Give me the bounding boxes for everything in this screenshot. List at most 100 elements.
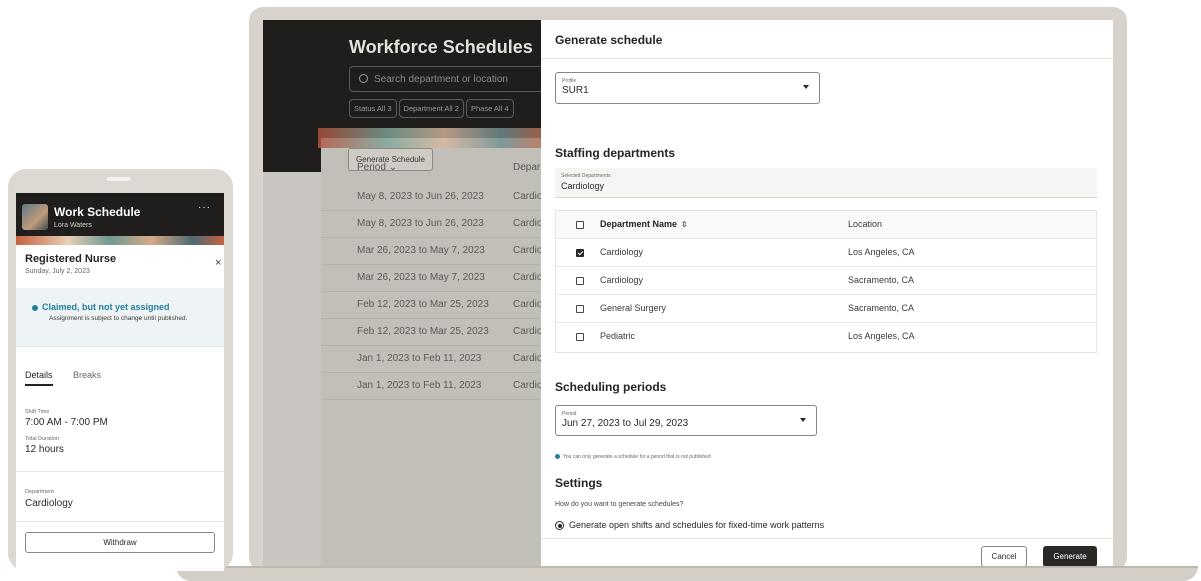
generate-option-label[interactable]: Generate open shifts and schedules for f… [569, 520, 824, 530]
department-name-header-label: Department Name [600, 219, 678, 229]
laptop-base [176, 566, 1198, 581]
period-value: Jun 27, 2023 to Jul 29, 2023 [562, 418, 689, 429]
period-cell: Feb 12, 2023 to Mar 25, 2023 [357, 326, 489, 337]
department-value: Cardiology [25, 498, 73, 509]
chevron-down-icon [803, 85, 809, 89]
period-cell: May 8, 2023 to Jun 26, 2023 [357, 218, 484, 229]
divider [16, 471, 224, 472]
department-cell: Cardio [513, 191, 543, 202]
column-header-department[interactable]: Depar [513, 162, 540, 173]
column-header-period[interactable]: Period ⌄ [357, 162, 397, 173]
filter-chip-status[interactable]: Status All 3 [349, 99, 397, 118]
department-cell: Cardio [513, 272, 543, 283]
departments-table: Department Name ⇳ Location Cardiology Los… [555, 210, 1097, 353]
department-name-cell: Cardiology [600, 247, 644, 257]
department-cell: Cardio [513, 326, 543, 337]
filter-chips: Status All 3 Department All 2 Phase All 4 [349, 98, 516, 118]
profile-select[interactable]: Profile SUR1 [555, 72, 820, 104]
period-cell: Feb 12, 2023 to Mar 25, 2023 [357, 299, 489, 310]
search-placeholder: Search department or location [374, 74, 508, 85]
table-row[interactable]: Feb 12, 2023 to Mar 25, 2023 Cardio [321, 292, 561, 319]
table-row[interactable]: General Surgery Sacramento, CA [556, 295, 1096, 323]
search-icon [359, 74, 368, 83]
table-row[interactable]: Cardiology Sacramento, CA [556, 267, 1096, 295]
period-hint-text: You can only generate a schedule for a p… [563, 454, 711, 460]
department-cell: Cardio [513, 353, 543, 364]
filter-chip-phase[interactable]: Phase All 4 [465, 99, 514, 118]
divider [16, 521, 224, 522]
generate-option-radio[interactable] [555, 521, 564, 530]
column-header-period-label: Period [357, 162, 386, 173]
total-duration-value: 12 hours [25, 444, 64, 455]
period-cell: Mar 26, 2023 to May 7, 2023 [357, 272, 485, 283]
sort-icon: ⇳ [681, 220, 688, 229]
laptop-screen: Workforce Schedules Search department or… [263, 20, 1113, 566]
table-row[interactable]: Feb 12, 2023 to Mar 25, 2023 Cardio [321, 319, 561, 346]
location-cell: Los Angeles, CA [848, 331, 915, 341]
filter-chip-department[interactable]: Department All 2 [398, 99, 464, 118]
column-header-department-name[interactable]: Department Name ⇳ [600, 219, 688, 229]
department-name-cell: General Surgery [600, 303, 667, 313]
drawer-footer: Cancel Generate [541, 538, 1113, 566]
row-checkbox[interactable] [576, 249, 584, 257]
department-cell: Cardio [513, 245, 543, 256]
cancel-button[interactable]: Cancel [981, 546, 1027, 566]
phone-screen: Work Schedule Lora Waters ··· Registered… [16, 193, 224, 571]
select-all-checkbox[interactable] [576, 221, 584, 229]
department-label: Department [25, 489, 54, 495]
row-checkbox[interactable] [576, 305, 584, 313]
location-cell: Los Angeles, CA [848, 247, 915, 257]
selected-departments-label: Selected Departments [561, 173, 611, 179]
staffing-departments-title: Staffing departments [555, 146, 676, 160]
table-row[interactable]: Cardiology Los Angeles, CA [556, 239, 1096, 267]
selected-departments-field: Selected Departments Cardiology [555, 168, 1097, 198]
period-cell: May 8, 2023 to Jun 26, 2023 [357, 191, 484, 202]
generate-schedule-drawer: Generate schedule Profile SUR1 Staffing … [541, 20, 1113, 566]
period-cell: Jan 1, 2023 to Feb 11, 2023 [357, 380, 482, 391]
column-header-location: Location [848, 219, 883, 229]
drawer-title: Generate schedule [555, 33, 663, 47]
selected-departments-value: Cardiology [561, 181, 605, 191]
withdraw-button[interactable]: Withdraw [25, 532, 215, 553]
profile-label: Profile [562, 78, 577, 84]
location-cell: Sacramento, CA [848, 303, 915, 313]
chevron-down-icon [800, 418, 806, 422]
shift-time-label: Shift Time [25, 409, 50, 415]
table-row[interactable]: Pediatric Los Angeles, CA [556, 323, 1096, 351]
info-icon [555, 454, 560, 459]
department-name-cell: Pediatric [600, 331, 636, 341]
department-cell: Cardio [513, 380, 543, 391]
period-cell: Jan 1, 2023 to Feb 11, 2023 [357, 353, 482, 364]
department-name-cell: Cardiology [600, 275, 644, 285]
department-cell: Cardio [513, 218, 543, 229]
header-pattern [318, 128, 548, 148]
chevron-down-icon: ⌄ [388, 162, 398, 173]
laptop-hinge [176, 566, 1198, 568]
department-cell: Cardio [513, 299, 543, 310]
shift-fields: Shift Time 7:00 AM - 7:00 PM Total Durat… [25, 193, 224, 571]
search-input[interactable]: Search department or location [349, 66, 549, 92]
period-label: Period [562, 411, 577, 417]
total-duration-label: Total Duration [25, 436, 59, 442]
divider [16, 346, 224, 347]
table-row[interactable]: Jan 1, 2023 to Feb 11, 2023 Cardio [321, 346, 561, 373]
workforce-schedules-app: Workforce Schedules Search department or… [263, 20, 561, 566]
generate-button[interactable]: Generate [1043, 546, 1097, 566]
location-cell: Sacramento, CA [848, 275, 915, 285]
settings-question: How do you want to generate schedules? [555, 501, 684, 508]
table-row[interactable]: Mar 26, 2023 to May 7, 2023 Cardio [321, 238, 561, 265]
table-row[interactable]: May 8, 2023 to Jun 26, 2023 Cardio [321, 211, 561, 238]
settings-title: Settings [555, 476, 603, 490]
phone-speaker [107, 177, 131, 181]
table-row[interactable]: Mar 26, 2023 to May 7, 2023 Cardio [321, 265, 561, 292]
period-select[interactable]: Period Jun 27, 2023 to Jul 29, 2023 [555, 405, 817, 436]
profile-value: SUR1 [562, 85, 589, 96]
row-checkbox[interactable] [576, 277, 584, 285]
table-row[interactable]: May 8, 2023 to Jun 26, 2023 Cardio [321, 184, 561, 211]
row-checkbox[interactable] [576, 333, 584, 341]
table-header-row: Department Name ⇳ Location [556, 211, 1096, 239]
page-title: Workforce Schedules [349, 37, 533, 57]
table-row[interactable]: Jan 1, 2023 to Feb 11, 2023 Cardio [321, 373, 561, 400]
period-cell: Mar 26, 2023 to May 7, 2023 [357, 245, 485, 256]
scheduling-periods-title: Scheduling periods [555, 380, 667, 394]
